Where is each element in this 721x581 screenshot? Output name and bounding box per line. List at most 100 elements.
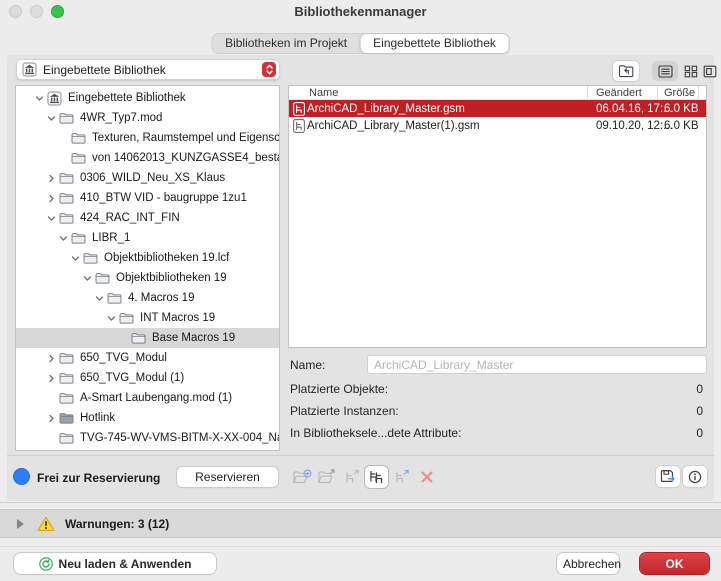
tree-item[interactable]: von 14062013_KUNZGASSE4_bestand.pla <box>16 148 279 168</box>
tree-item[interactable]: Texturen, Raumstempel und Eigenschaften-… <box>16 128 279 148</box>
object-out-button[interactable] <box>340 466 363 488</box>
file-name: ArchiCAD_Library_Master.gsm <box>307 102 465 115</box>
tree-item[interactable]: 0306_WILD_Neu_XS_Klaus <box>16 168 279 188</box>
embedded-library-icon <box>47 91 62 105</box>
tree-item[interactable]: A-Smart Laubengang.mod (1) <box>16 388 279 408</box>
save-library-button[interactable] <box>656 466 680 487</box>
chevron-down-icon[interactable] <box>47 214 56 223</box>
library-selector-dropdown[interactable]: Eingebettete Bibliothek <box>16 59 280 80</box>
grid-view-button[interactable] <box>681 61 701 81</box>
tree-item-label: Objektbibliotheken 19 <box>116 272 227 284</box>
list-view-button[interactable] <box>652 61 678 81</box>
name-label: Name: <box>290 358 326 372</box>
folder-icon <box>59 213 74 224</box>
reload-apply-label: Neu laden & Anwenden <box>58 556 192 571</box>
tree-item-label: von 14062013_KUNZGASSE4_bestand.pla <box>92 152 279 164</box>
library-manager-window: Bibliothekenmanager Bibliotheken im Proj… <box>0 0 721 581</box>
file-row[interactable]: ArchiCAD_Library_Master(1).gsm 09.10.20, … <box>289 117 706 134</box>
tree-item[interactable]: 4WR_Typ7.mod <box>16 108 279 128</box>
tree-item[interactable]: Eingebettete Bibliothek <box>16 88 279 108</box>
tree-item[interactable]: 410_BTW VID - baugruppe 1zu1 <box>16 188 279 208</box>
warnings-bar[interactable]: Warnungen: 3 (12) <box>0 509 721 538</box>
detail-row: In Bibliotheksele...dete Attribute: 0 <box>290 426 703 448</box>
add-library-button[interactable] <box>290 466 313 488</box>
tree-item[interactable]: INT Macros 19 <box>16 308 279 328</box>
tree-item[interactable]: 4. Macros 19 <box>16 288 279 308</box>
delete-button[interactable] <box>415 466 438 488</box>
export-library-button[interactable] <box>315 466 338 488</box>
library-tree: Eingebettete Bibliothek 4WR_Typ7.mod Textu… <box>15 85 280 451</box>
detail-row: Platzierte Instanzen: 0 <box>290 404 703 426</box>
folder-icon <box>107 293 122 304</box>
chevron-down-icon[interactable] <box>107 314 116 323</box>
tab-bibliotheken-im-projekt[interactable]: Bibliotheken im Projekt <box>212 34 360 53</box>
reload-apply-button[interactable]: Neu laden & Anwenden <box>14 553 216 574</box>
library-selector-value: Eingebettete Bibliothek <box>43 62 166 77</box>
name-input[interactable] <box>367 355 707 374</box>
tree-item[interactable]: 650_TVG_Modul <box>16 348 279 368</box>
folder-icon <box>59 173 74 184</box>
ok-button[interactable]: OK <box>640 553 709 574</box>
tree-item[interactable]: TVG-745-WV-VMS-BITM-X-XX-004_Nachbargebä <box>16 428 279 448</box>
reserve-button[interactable]: Reservieren <box>177 467 278 487</box>
folder-plus-icon <box>292 469 312 484</box>
column-header-modified[interactable]: Geändert <box>588 86 658 99</box>
tree-item-label: 424_RAC_INT_FIN <box>80 212 180 224</box>
chevron-down-icon[interactable] <box>59 234 68 243</box>
tree-item-label: 410_BTW VID - baugruppe 1zu1 <box>80 192 247 204</box>
detail-value: 0 <box>696 404 703 418</box>
tree-item-label: Objektbibliotheken 19.lcf <box>104 252 230 264</box>
folder-icon <box>59 113 74 124</box>
tree-item-label: 650_TVG_Modul (1) <box>80 372 185 384</box>
chevron-right-icon[interactable] <box>47 374 56 383</box>
chevron-down-icon[interactable] <box>83 274 92 283</box>
disclosure-triangle-icon[interactable] <box>17 518 24 529</box>
tree-item-label: Base Macros 19 <box>152 332 236 344</box>
column-header-name[interactable]: Name <box>289 86 588 99</box>
tree-item[interactable]: Objektbibliotheken 19.lcf <box>16 248 279 268</box>
chevron-right-icon[interactable] <box>47 194 56 203</box>
tree-item[interactable]: Hotlink <box>16 408 279 428</box>
parent-folder-button[interactable] <box>613 61 639 81</box>
tab-eingebettete-bibliothek[interactable]: Eingebettete Bibliothek <box>360 34 509 53</box>
info-button[interactable] <box>683 466 707 487</box>
tree-item[interactable]: 424_RAC_INT_FIN <box>16 208 279 228</box>
folder-icon <box>95 273 110 284</box>
folder-icon <box>59 193 74 204</box>
folder-icon <box>131 333 146 344</box>
folder-icon <box>83 253 98 264</box>
tree-item[interactable] <box>16 448 279 450</box>
tree-item-label: 4. Macros 19 <box>128 292 195 304</box>
column-header-size[interactable]: Größe <box>658 86 699 99</box>
detail-row: Platzierte Objekte: 0 <box>290 382 703 404</box>
chevron-down-icon[interactable] <box>35 94 44 103</box>
tree-item-label: 4WR_Typ7.mod <box>80 112 163 124</box>
cancel-button[interactable]: Abbrechen <box>557 553 621 574</box>
large-view-button[interactable] <box>700 61 720 81</box>
chevron-down-icon[interactable] <box>95 294 104 303</box>
file-size: 6.0 KB <box>664 119 699 132</box>
object-export-button[interactable] <box>390 466 413 488</box>
tree-item[interactable]: LIBR_1 <box>16 228 279 248</box>
dropdown-stepper-icon[interactable] <box>262 62 276 77</box>
chevron-right-icon[interactable] <box>47 174 56 183</box>
tree-item-label: A-Smart Laubengang.mod (1) <box>80 392 233 404</box>
folder-icon <box>59 353 74 364</box>
detail-label: Platzierte Objekte: <box>290 382 389 396</box>
folder-icon <box>59 433 74 444</box>
tree-item[interactable]: Base Macros 19 <box>16 328 279 348</box>
folder-icon <box>119 313 134 324</box>
tree-item[interactable]: Objektbibliotheken 19 <box>16 268 279 288</box>
chair-blue-arrow-icon <box>395 469 409 483</box>
refresh-icon <box>38 556 53 571</box>
duplicate-object-button[interactable] <box>365 466 388 488</box>
tree-item-label: Hotlink <box>80 412 116 424</box>
chevron-right-icon[interactable] <box>47 354 56 363</box>
tree-item[interactable]: 650_TVG_Modul (1) <box>16 368 279 388</box>
chevron-down-icon[interactable] <box>71 254 80 263</box>
chevron-down-icon[interactable] <box>47 114 56 123</box>
chevron-right-icon[interactable] <box>47 414 56 423</box>
file-row[interactable]: ArchiCAD_Library_Master.gsm 06.04.16, 17:… <box>289 100 706 117</box>
tab-bar: Bibliotheken im Projekt Eingebettete Bib… <box>211 33 510 54</box>
file-modified: 09.10.20, 12:... <box>596 119 673 132</box>
